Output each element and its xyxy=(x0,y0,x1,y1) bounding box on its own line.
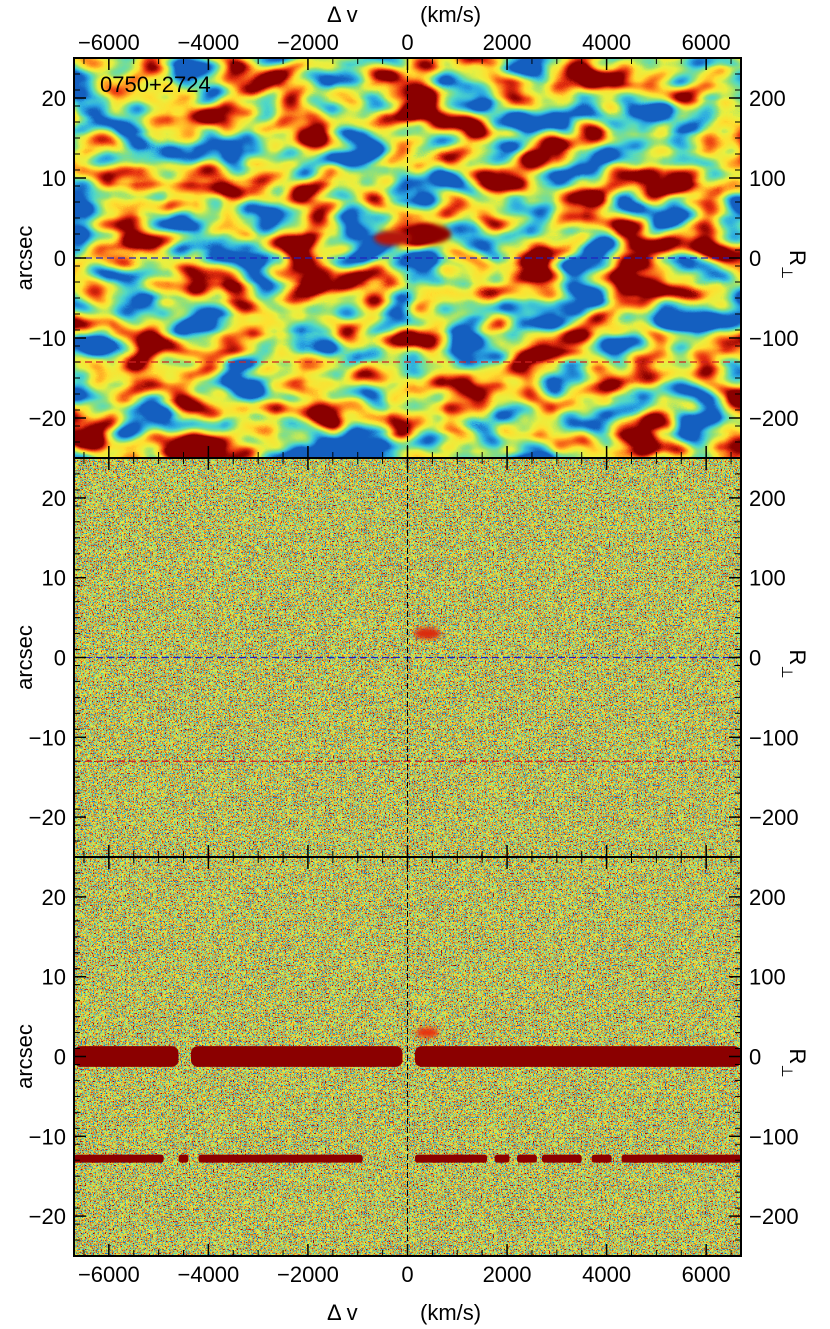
y-tick-label-right: 0 xyxy=(749,646,761,671)
y-tick-label-right: 0 xyxy=(749,246,761,271)
continuum-trace xyxy=(414,1046,741,1067)
y-tick-label-right: 0 xyxy=(749,1045,761,1070)
y-tick-label-right: 200 xyxy=(749,486,786,511)
y-tick-label-left: 0 xyxy=(54,1045,66,1070)
panel-image-smoothed xyxy=(74,58,741,458)
y-axis-title-left: arcsec xyxy=(12,1024,37,1089)
y-tick-label-left: 0 xyxy=(54,646,66,671)
y-axis-title-left: arcsec xyxy=(12,625,37,690)
x-tick-label-bottom: 2000 xyxy=(483,1262,532,1287)
emission-feature xyxy=(414,627,441,640)
object-label: 0750+2724 xyxy=(100,72,211,97)
x-tick-label-bottom: 6000 xyxy=(682,1262,731,1287)
x-tick-label-top: 6000 xyxy=(682,30,731,55)
continuum-trace xyxy=(541,1154,582,1163)
y-tick-label-left: 10 xyxy=(42,965,66,990)
y-axis-title-right-subscript: ⊥ xyxy=(778,666,795,679)
y-axis-title-left: arcsec xyxy=(12,226,37,291)
panel-smoothed: 0750+2724 xyxy=(73,57,742,459)
x-axis-unit-top: (km/s) xyxy=(420,2,481,27)
continuum-trace xyxy=(190,1046,403,1067)
continuum-trace xyxy=(591,1154,612,1163)
y-tick-label-right: −100 xyxy=(749,326,799,351)
y-tick-label-left: 0 xyxy=(54,246,66,271)
y-tick-label-left: −10 xyxy=(29,725,66,750)
continuum-trace xyxy=(494,1154,510,1163)
y-axis-title-right: R xyxy=(785,650,810,666)
y-tick-label-left: 20 xyxy=(42,86,66,111)
continuum-trace xyxy=(621,1154,741,1163)
continuum-trace xyxy=(178,1154,189,1163)
y-tick-label-right: −200 xyxy=(749,406,799,431)
x-axis-title-top: Δ v xyxy=(327,2,358,27)
x-axis-unit-bottom: (km/s) xyxy=(420,1300,481,1325)
y-tick-label-right: 100 xyxy=(749,965,786,990)
x-tick-label-top: −6000 xyxy=(78,30,140,55)
y-tick-label-right: −100 xyxy=(749,725,799,750)
x-tick-label-bottom: 0 xyxy=(401,1262,413,1287)
y-tick-label-right: 100 xyxy=(749,166,786,191)
y-tick-label-left: 20 xyxy=(42,486,66,511)
panel-unsmoothed xyxy=(73,457,742,858)
x-tick-label-top: 4000 xyxy=(582,30,631,55)
y-axis-title-right-subscript: ⊥ xyxy=(778,1065,795,1078)
panels-group: 0750+2724 xyxy=(73,57,742,1257)
emission-feature xyxy=(403,224,452,244)
y-tick-label-right: 100 xyxy=(749,566,786,591)
panel-image-raw xyxy=(74,857,741,1256)
y-tick-label-right: −200 xyxy=(749,805,799,830)
panel-image-unsmoothed xyxy=(74,458,741,857)
x-tick-label-bottom: −4000 xyxy=(177,1262,239,1287)
y-tick-label-right: 200 xyxy=(749,885,786,910)
x-tick-label-top: −4000 xyxy=(177,30,239,55)
continuum-trace xyxy=(414,1154,488,1163)
y-tick-label-left: −10 xyxy=(29,326,66,351)
y-tick-label-left: −20 xyxy=(29,1204,66,1229)
y-tick-label-left: −20 xyxy=(29,406,66,431)
spectral-image-figure: 0750+2724 20100−10−202001000−100−200arcs… xyxy=(12,2,810,1325)
x-axis-title-bottom: Δ v xyxy=(327,1300,358,1325)
continuum-trace xyxy=(517,1154,537,1163)
x-tick-label-top: 2000 xyxy=(483,30,532,55)
y-tick-label-right: −200 xyxy=(749,1204,799,1229)
x-tick-label-bottom: 4000 xyxy=(582,1262,631,1287)
x-tick-label-bottom: −2000 xyxy=(277,1262,339,1287)
continuum-trace xyxy=(74,1154,164,1163)
panel-raw xyxy=(73,856,742,1257)
y-axis-title-right: R xyxy=(785,1049,810,1065)
emission-feature xyxy=(416,1027,439,1038)
x-tick-label-top: −2000 xyxy=(277,30,339,55)
emission-feature xyxy=(373,230,412,246)
continuum-trace xyxy=(74,1046,179,1067)
continuum-trace xyxy=(198,1154,363,1163)
y-tick-label-left: −10 xyxy=(29,1124,66,1149)
y-tick-label-right: −100 xyxy=(749,1124,799,1149)
y-tick-label-left: −20 xyxy=(29,805,66,830)
y-tick-label-left: 10 xyxy=(42,566,66,591)
y-tick-label-right: 200 xyxy=(749,86,786,111)
y-tick-label-left: 10 xyxy=(42,166,66,191)
y-tick-label-left: 20 xyxy=(42,885,66,910)
y-axis-title-right: R xyxy=(785,250,810,266)
y-axis-title-right-subscript: ⊥ xyxy=(778,266,795,279)
x-tick-label-top: 0 xyxy=(401,30,413,55)
x-tick-label-bottom: −6000 xyxy=(78,1262,140,1287)
